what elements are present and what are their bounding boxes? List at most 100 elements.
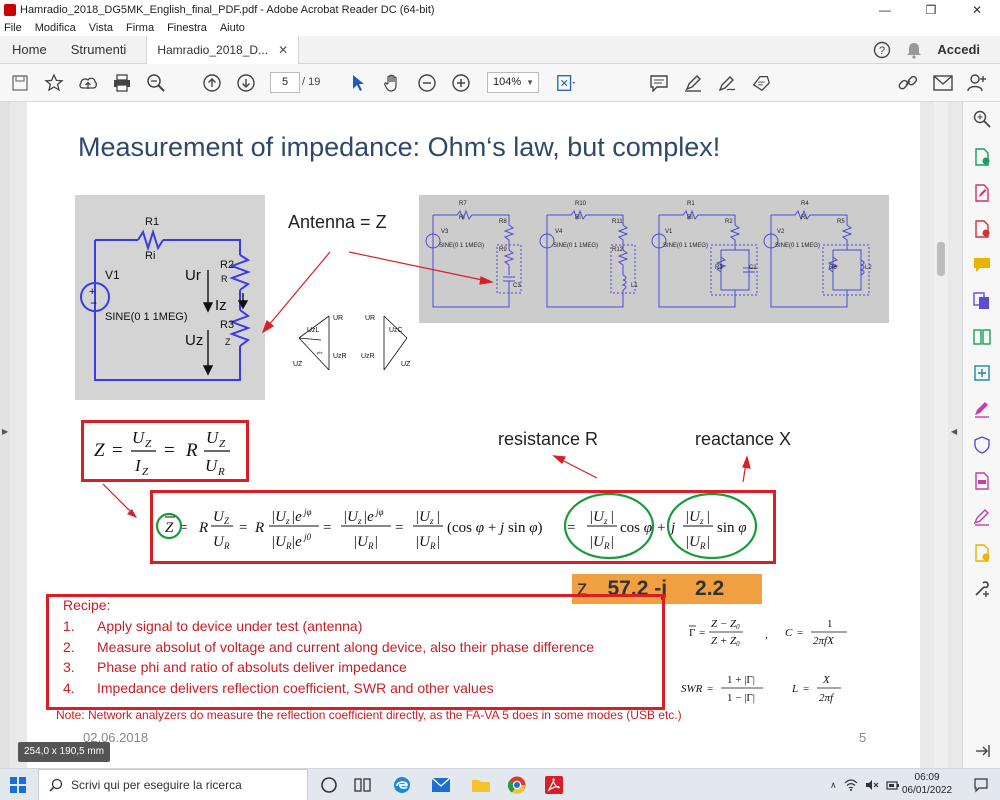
sign-icon[interactable] — [751, 73, 771, 93]
export-pdf-icon[interactable] — [973, 220, 991, 238]
page-dimensions-badge: 254,0 x 190,5 mm — [18, 742, 111, 762]
print-icon[interactable] — [112, 73, 132, 93]
zoom-in-icon[interactable] — [451, 73, 471, 93]
zoom-out-icon[interactable] — [417, 73, 437, 93]
tab-document[interactable]: Hamradio_2018_D... ✕ — [146, 35, 300, 64]
file-explorer-icon[interactable] — [470, 775, 492, 795]
organize-pages-icon[interactable] — [973, 328, 991, 346]
login-button[interactable]: Accedi — [937, 42, 980, 57]
windows-start-icon[interactable] — [10, 777, 26, 796]
comment-icon[interactable] — [649, 73, 669, 93]
svg-text:R: R — [429, 541, 436, 551]
task-view-icon[interactable] — [352, 775, 374, 795]
comment-panel-icon[interactable] — [973, 256, 991, 274]
bell-icon[interactable] — [905, 41, 923, 59]
fit-page-icon[interactable] — [556, 73, 576, 93]
next-page-icon[interactable] — [236, 73, 256, 93]
close-button[interactable]: ✕ — [954, 3, 1000, 17]
cloud-upload-icon[interactable] — [78, 73, 98, 93]
complex-impedance-formula-box: Z = R UZ UR = R |U z |e jφ |U R |e j0 = |U z |e j… — [150, 490, 776, 564]
menu-vista[interactable]: Vista — [89, 22, 113, 34]
tab-home[interactable]: Home — [0, 36, 59, 64]
scrollbar-thumb[interactable] — [937, 242, 945, 276]
menu-modifica[interactable]: Modifica — [35, 22, 76, 34]
send-track-icon[interactable] — [973, 544, 991, 562]
taskbar-search-box[interactable]: Scrivi qui per eseguire la ricerca — [38, 769, 308, 800]
svg-text:2πfX: 2πfX — [813, 635, 835, 647]
combine-files-icon[interactable] — [973, 292, 991, 310]
fill-sign-icon[interactable] — [973, 400, 991, 418]
help-icon[interactable]: ? — [873, 41, 891, 59]
window-title: Hamradio_2018_DG5MK_English_final_PDF.pd… — [20, 3, 435, 16]
cortana-icon[interactable] — [318, 775, 340, 795]
link-share-icon[interactable] — [898, 73, 918, 93]
protect-icon[interactable] — [973, 436, 991, 454]
previous-page-icon[interactable] — [202, 73, 222, 93]
svg-text:1 + |Γ|: 1 + |Γ| — [727, 674, 755, 686]
tab-tools[interactable]: Strumenti — [59, 36, 139, 64]
more-tools-icon[interactable] — [973, 580, 991, 598]
svg-text:|: | — [436, 509, 440, 525]
volume-icon[interactable] — [865, 779, 879, 791]
document-viewport[interactable]: ▶ Measurement of impedance: Ohm‘s law, b… — [0, 102, 962, 768]
svg-text:j0: j0 — [303, 532, 312, 542]
recipe-item: 1. Apply signal to device under test (ant… — [63, 618, 363, 634]
collapse-right-icon[interactable]: ◀ — [951, 427, 957, 436]
send-for-signature-icon[interactable] — [973, 508, 991, 526]
page-number-input[interactable]: 5 — [270, 72, 300, 93]
left-panel-toggle[interactable]: ▶ — [0, 102, 10, 768]
hand-tool-icon[interactable] — [382, 73, 402, 93]
svg-text:|U: |U — [415, 534, 431, 550]
zoom-level-select[interactable]: 104% ▼ — [487, 72, 539, 93]
highlight-pen-icon[interactable] — [683, 73, 703, 93]
compress-pdf-icon[interactable] — [973, 364, 991, 382]
network-icon[interactable] — [844, 779, 858, 791]
add-user-icon[interactable] — [967, 73, 987, 93]
save-icon[interactable] — [10, 73, 30, 93]
svg-text:|e: |e — [291, 534, 302, 550]
star-icon[interactable] — [44, 73, 64, 93]
redact-icon[interactable] — [973, 472, 991, 490]
draw-icon[interactable] — [717, 73, 737, 93]
menu-aiuto[interactable]: Aiuto — [220, 22, 245, 34]
notifications-icon[interactable] — [970, 775, 992, 795]
svg-text:=: = — [323, 520, 331, 536]
svg-text:R: R — [699, 541, 706, 551]
menu-bar: File Modifica Vista Firma Finestra Aiuto — [0, 19, 1000, 36]
svg-text:=: = — [567, 520, 575, 536]
svg-text:|U: |U — [589, 509, 605, 525]
close-tab-icon[interactable]: ✕ — [278, 36, 288, 64]
create-pdf-icon[interactable] — [973, 148, 991, 166]
slide-page-number: 5 — [859, 730, 867, 745]
svg-text:1: 1 — [827, 618, 833, 630]
tray-up-icon[interactable]: ∧ — [830, 780, 837, 791]
minimize-button[interactable]: — — [862, 3, 908, 17]
battery-icon[interactable] — [886, 779, 900, 791]
maximize-button[interactable]: ❒ — [908, 3, 954, 17]
taskbar-clock[interactable]: 06:09 06/01/2022 — [902, 771, 952, 797]
mail-icon[interactable] — [933, 73, 953, 93]
edit-pdf-icon[interactable] — [973, 184, 991, 202]
recipe-title: Recipe: — [63, 597, 111, 613]
clock-time: 06:09 — [914, 772, 940, 783]
svg-text:|U: |U — [353, 534, 369, 550]
svg-text:|U: |U — [589, 534, 605, 550]
edge-browser-icon[interactable] — [391, 775, 413, 795]
menu-file[interactable]: File — [4, 22, 22, 34]
svg-text:C: C — [785, 627, 793, 639]
expand-left-icon[interactable]: ▶ — [2, 427, 8, 436]
svg-text:cos φ: cos φ — [620, 520, 652, 536]
menu-finestra[interactable]: Finestra — [167, 22, 207, 34]
svg-text:jφ: jφ — [375, 507, 384, 517]
vertical-scrollbar[interactable] — [934, 102, 948, 768]
collapse-panel-icon[interactable] — [973, 742, 991, 760]
chrome-icon[interactable] — [506, 775, 528, 795]
mail-app-icon[interactable] — [430, 775, 452, 795]
system-tray[interactable]: ∧ — [830, 775, 900, 795]
svg-text:sin φ: sin φ — [717, 520, 747, 536]
menu-firma[interactable]: Firma — [126, 22, 154, 34]
zoom-search-icon[interactable] — [973, 110, 991, 128]
acrobat-taskbar-icon[interactable] — [543, 775, 565, 795]
select-cursor-icon[interactable] — [348, 73, 368, 93]
search-zoom-icon[interactable] — [146, 73, 166, 93]
